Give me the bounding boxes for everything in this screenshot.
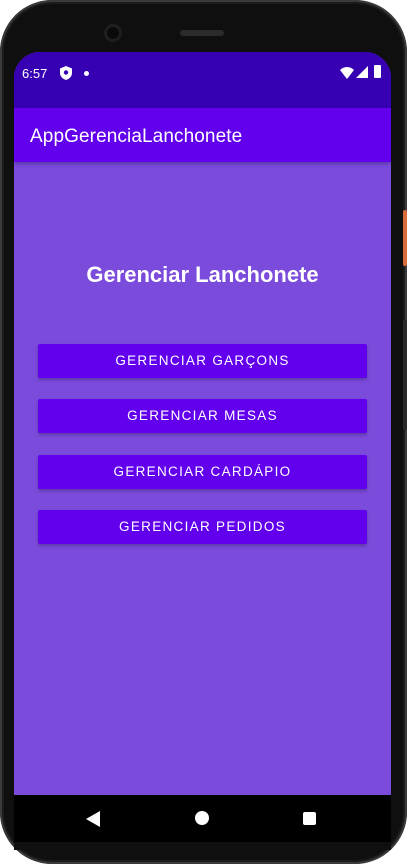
app-bar: AppGerenciaLanchonete (14, 108, 391, 162)
signal-icon (356, 66, 368, 78)
app-title: AppGerenciaLanchonete (30, 126, 243, 147)
wifi-icon (340, 67, 354, 79)
earpiece-speaker (180, 30, 224, 36)
volume-button (403, 320, 407, 430)
battery-icon (374, 65, 381, 78)
home-icon[interactable] (195, 811, 209, 825)
phone-frame: 6:57 AppGerenciaLanchonete Gerenciar Lan… (0, 0, 407, 864)
status-bar: 6:57 (14, 52, 391, 108)
page-title: Gerenciar Lanchonete (86, 262, 319, 287)
manage-tables-button[interactable]: GERENCIAR MESAS (38, 399, 367, 433)
power-button (403, 210, 407, 266)
shield-icon (60, 66, 72, 80)
back-icon[interactable] (86, 811, 100, 827)
front-camera (104, 24, 122, 42)
status-time: 6:57 (22, 66, 48, 81)
manage-waiters-button[interactable]: GERENCIAR GARÇONS (38, 344, 367, 378)
navigation-bar (14, 795, 391, 842)
manage-menu-button[interactable]: GERENCIAR CARDÁPIO (38, 455, 367, 489)
phone-chin (14, 842, 391, 850)
manage-orders-button[interactable]: GERENCIAR PEDIDOS (38, 510, 367, 544)
notification-dot-icon (84, 71, 89, 76)
screen: 6:57 AppGerenciaLanchonete Gerenciar Lan… (14, 52, 391, 842)
recent-apps-icon[interactable] (303, 812, 316, 825)
